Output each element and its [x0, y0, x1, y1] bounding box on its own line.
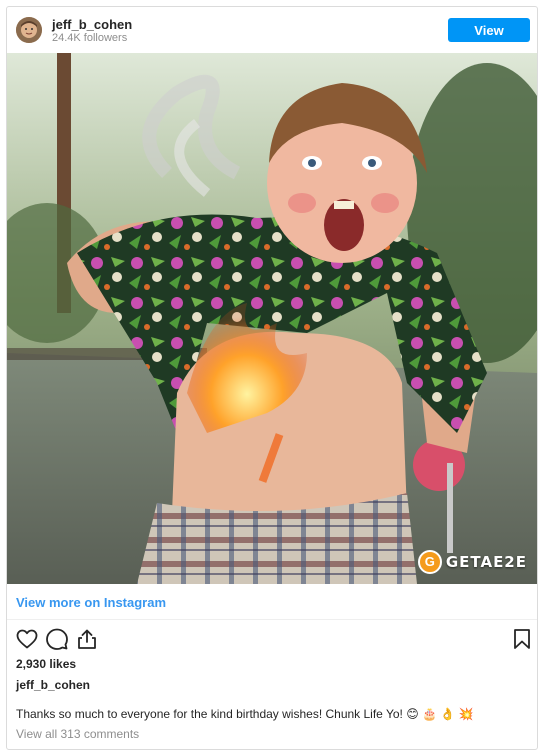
heart-icon[interactable] — [15, 627, 39, 651]
caption-username[interactable]: jeff_b_cohen — [16, 678, 90, 692]
getaeze-logo-icon: G — [417, 550, 442, 574]
username[interactable]: jeff_b_cohen — [52, 17, 132, 32]
view-more-bar: View more on Instagram — [7, 584, 537, 620]
caption-text: Thanks so much to everyone for the kind … — [16, 707, 474, 721]
follower-count: 24.4K followers — [52, 32, 128, 44]
view-all-comments-link[interactable]: View all 313 comments — [16, 727, 139, 741]
view-more-link[interactable]: View more on Instagram — [16, 595, 166, 610]
view-profile-button[interactable]: View profile — [448, 18, 530, 62]
comment-icon[interactable] — [45, 627, 69, 651]
watermark: G GETAE2E — [417, 550, 527, 574]
watermark-text: GETAE2E — [445, 553, 527, 571]
action-bar — [7, 623, 537, 655]
instagram-embed-card: jeff_b_cohen 24.4K followers View profil… — [6, 6, 538, 750]
post-header: jeff_b_cohen 24.4K followers View profil… — [7, 7, 537, 62]
post-photo[interactable]: G GETAE2E — [7, 53, 537, 584]
bookmark-icon[interactable] — [510, 627, 534, 651]
avatar[interactable] — [16, 17, 42, 43]
like-count[interactable]: 2,930 likes — [16, 657, 76, 671]
share-icon[interactable] — [75, 627, 99, 651]
